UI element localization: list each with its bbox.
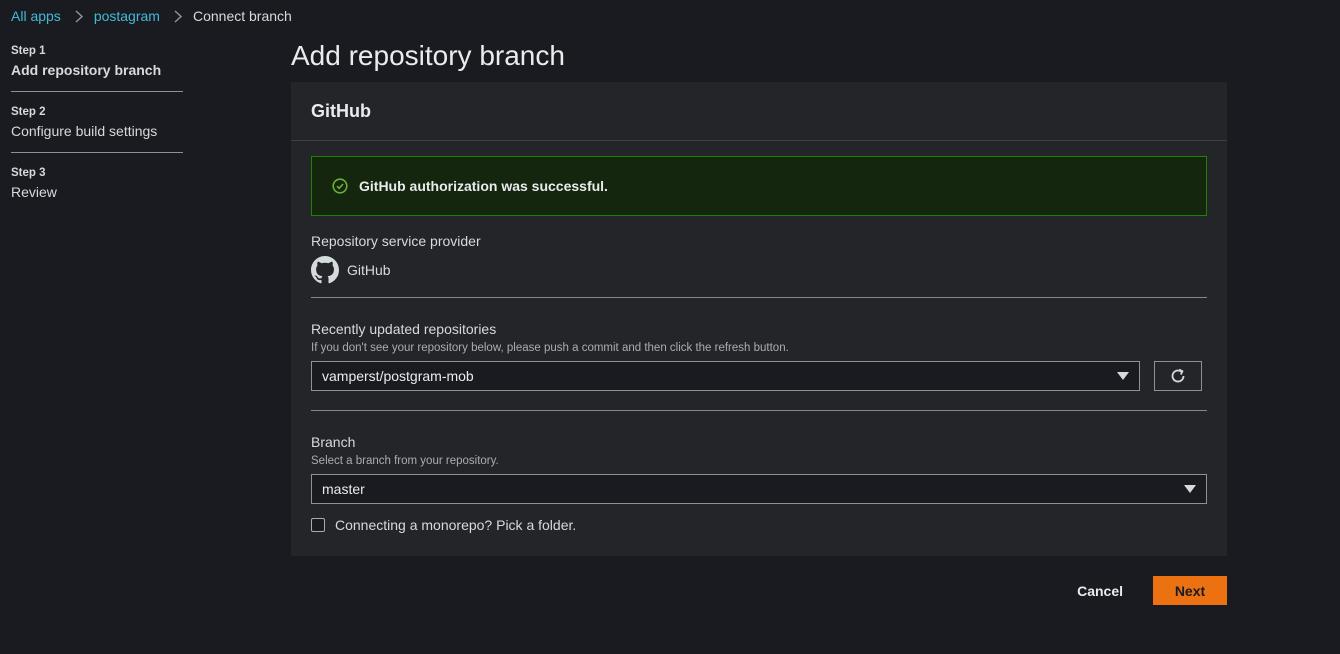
branch-description: Select a branch from your repository. (311, 455, 499, 467)
breadcrumb-all-apps[interactable]: All apps (11, 8, 61, 24)
wizard-steps: Step 1 Add repository branch Step 2 Conf… (11, 44, 183, 226)
branch-section: Branch Select a branch from your reposit… (311, 434, 1207, 533)
panel-header: GitHub (291, 82, 1227, 141)
breadcrumb-postagram[interactable]: postagram (94, 8, 160, 24)
cancel-button[interactable]: Cancel (1077, 583, 1123, 599)
breadcrumb: All apps postagram Connect branch (11, 7, 292, 25)
step-1: Step 1 Add repository branch (11, 44, 183, 92)
divider (311, 297, 1207, 298)
next-button[interactable]: Next (1153, 576, 1227, 605)
alert-text: GitHub authorization was successful. (359, 178, 608, 194)
success-alert: GitHub authorization was successful. (311, 156, 1207, 216)
refresh-icon (1169, 367, 1187, 385)
form-actions: Cancel Next (1077, 576, 1227, 605)
check-circle-icon (332, 178, 348, 194)
repos-section: Recently updated repositories If you don… (311, 321, 1207, 391)
provider-name: GitHub (347, 262, 391, 278)
branch-select-value: master (322, 481, 365, 497)
step-number: Step 3 (11, 167, 46, 179)
monorepo-label: Connecting a monorepo? Pick a folder. (335, 517, 577, 533)
monorepo-checkbox[interactable] (311, 518, 325, 532)
repository-select[interactable]: vamperst/postgram-mob (311, 361, 1140, 391)
caret-down-icon (1117, 372, 1129, 380)
step-number: Step 2 (11, 106, 46, 118)
github-icon (311, 256, 339, 284)
monorepo-option[interactable]: Connecting a monorepo? Pick a folder. (311, 517, 1207, 533)
branch-label: Branch (311, 434, 356, 450)
branch-select[interactable]: master (311, 474, 1207, 504)
repos-description: If you don't see your repository below, … (311, 342, 789, 354)
caret-down-icon (1184, 485, 1196, 493)
step-name: Review (11, 184, 57, 200)
repos-label: Recently updated repositories (311, 321, 497, 337)
step-name: Configure build settings (11, 123, 158, 139)
step-3[interactable]: Step 3 Review (11, 166, 183, 213)
provider-section: Repository service provider GitHub (311, 233, 1207, 284)
divider (311, 410, 1207, 411)
github-panel: GitHub GitHub authorization was successf… (291, 82, 1227, 556)
chevron-right-icon (174, 9, 182, 23)
refresh-button[interactable] (1154, 361, 1202, 391)
step-number: Step 1 (11, 45, 46, 57)
repository-select-value: vamperst/postgram-mob (322, 368, 474, 384)
page-title: Add repository branch (291, 40, 565, 71)
breadcrumb-current: Connect branch (192, 8, 292, 24)
step-2[interactable]: Step 2 Configure build settings (11, 105, 183, 153)
provider-label: Repository service provider (311, 233, 481, 249)
step-name: Add repository branch (11, 62, 162, 78)
chevron-right-icon (75, 9, 83, 23)
